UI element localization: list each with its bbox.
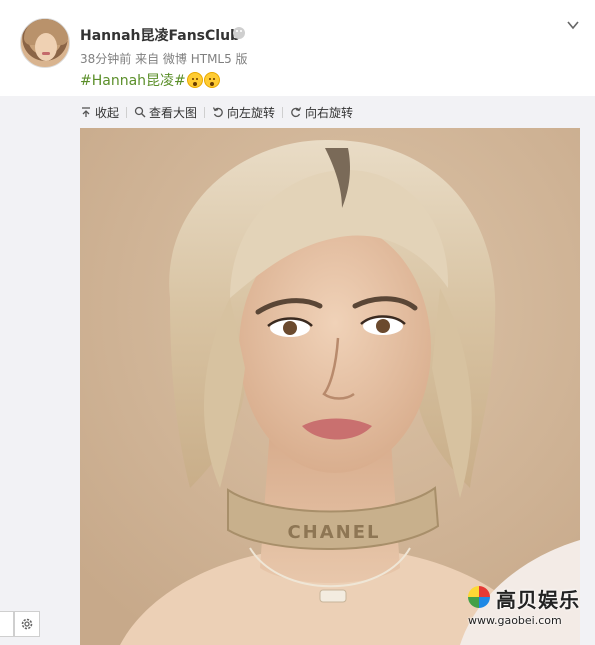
- toolbar-divider: [282, 106, 284, 118]
- watermark-title: 高贝娱乐: [496, 588, 580, 612]
- choker-text: CHANEL: [287, 522, 380, 543]
- toolbar-divider: [204, 106, 206, 118]
- right-iris: [376, 319, 390, 333]
- rotate-left-button[interactable]: 向左旋转: [212, 104, 275, 121]
- astonished-face-emoji: [203, 72, 220, 88]
- image-toolbar: 收起 查看大图 向左旋转 向右旋转: [80, 100, 353, 124]
- necklace-pendant: [319, 589, 347, 603]
- avatar-face: [35, 33, 57, 61]
- avatar[interactable]: [20, 18, 70, 68]
- rotate-left-icon: [212, 107, 223, 118]
- watermark: 高贝娱乐 www.gaobei.com: [466, 582, 582, 630]
- hashtag-link[interactable]: #Hannah昆凌#: [80, 73, 186, 89]
- search-icon: [134, 106, 146, 118]
- portrait-illustration: CHANEL: [80, 128, 580, 645]
- post-text: #Hannah昆凌#: [80, 70, 220, 90]
- rotate-right-button[interactable]: 向右旋转: [290, 104, 353, 121]
- username-link[interactable]: Hannah昆凌FansClub: [80, 25, 240, 45]
- left-iris: [283, 321, 297, 335]
- view-large-button[interactable]: 查看大图: [134, 104, 197, 121]
- side-panel-edge[interactable]: [0, 611, 14, 637]
- collapse-up-icon: [82, 107, 90, 117]
- collapse-label: 收起: [95, 105, 120, 120]
- rotate-right-icon: [291, 107, 302, 118]
- view-large-label: 查看大图: [149, 105, 198, 120]
- gear-icon: [21, 618, 33, 630]
- toolbar-divider: [126, 106, 128, 118]
- settings-button[interactable]: [14, 611, 40, 637]
- avatar-lips: [42, 52, 50, 55]
- rotate-right-label: 向右旋转: [305, 105, 354, 120]
- post-photo[interactable]: CHANEL: [80, 128, 580, 645]
- astonished-face-emoji: [186, 72, 203, 88]
- post-meta: 38分钟前 来自 微博 HTML5 版: [80, 52, 248, 66]
- watermark-url: www.gaobei.com: [468, 614, 562, 627]
- watermark-logo-icon: [468, 586, 490, 608]
- chevron-down-icon[interactable]: [566, 18, 580, 32]
- collapse-button[interactable]: 收起: [80, 104, 119, 121]
- user-badge-icon: [233, 27, 245, 39]
- rotate-left-label: 向左旋转: [227, 105, 276, 120]
- post-header: Hannah昆凌FansClub 38分钟前 来自 微博 HTML5 版 #Ha…: [0, 0, 595, 96]
